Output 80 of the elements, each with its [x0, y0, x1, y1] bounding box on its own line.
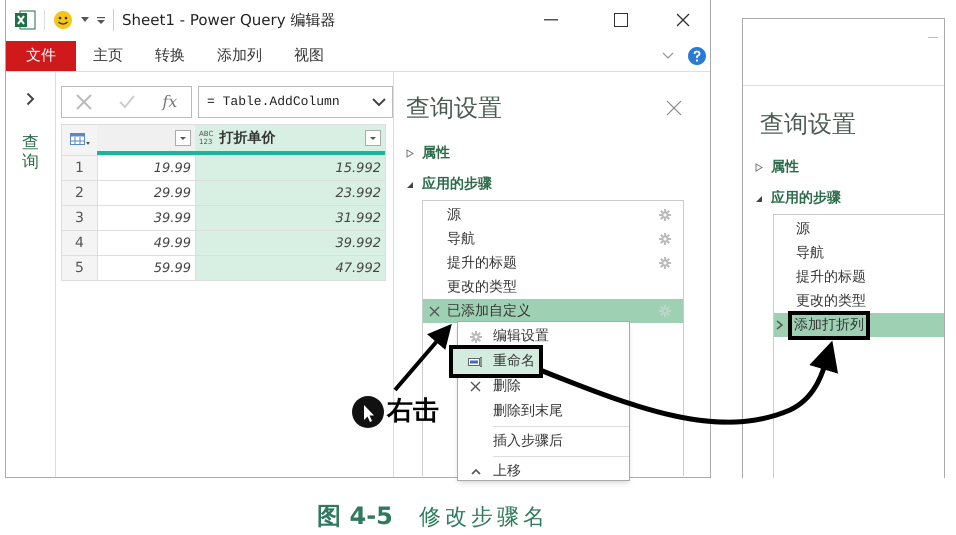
expand-chevron-icon[interactable] — [26, 92, 35, 106]
section-heading[interactable]: 应用的步骤 — [422, 174, 492, 195]
collapsed-triangle-icon[interactable] — [406, 149, 414, 158]
ribbon-tab[interactable]: 添加列 — [202, 40, 277, 70]
applied-step[interactable]: 源 — [796, 218, 810, 240]
up-caret-icon — [470, 468, 480, 475]
pointer-arrow — [393, 324, 452, 392]
applied-step[interactable]: 导航 — [796, 242, 824, 264]
panel-title: 查询设置 — [406, 93, 503, 124]
selected-step-icon — [776, 320, 784, 330]
applied-step[interactable]: 提升的标题 — [796, 266, 866, 288]
row-number: 4 — [74, 234, 85, 253]
section-heading[interactable]: 应用的步骤 — [771, 188, 841, 209]
menu-item[interactable]: 删除到末尾 — [458, 399, 629, 424]
check-icon[interactable] — [119, 95, 136, 109]
ribbon-tab[interactable]: 视图 — [279, 40, 339, 70]
gear-icon — [470, 330, 482, 342]
table-cell: 23.992 — [195, 181, 385, 205]
smiley-icon[interactable] — [53, 10, 73, 30]
collapse-ribbon-icon[interactable] — [662, 52, 674, 60]
row-number: 3 — [74, 209, 85, 228]
applied-step[interactable]: 导航 — [423, 227, 683, 251]
delete-step-icon[interactable] — [429, 306, 440, 316]
menu-item[interactable]: 删除 — [458, 374, 629, 399]
dropdown-caret-icon[interactable] — [81, 17, 89, 23]
table-cell: 29.99 — [97, 181, 195, 205]
close-icon[interactable] — [676, 13, 690, 27]
formula-field[interactable]: = Table.AddColumn — [198, 86, 393, 118]
gear-icon — [659, 305, 671, 317]
column-title: 打折单价 — [219, 128, 276, 148]
applied-step[interactable]: 更改的类型 — [796, 290, 866, 312]
menu-item[interactable]: 重命名 — [453, 349, 539, 374]
gear-icon — [659, 209, 671, 221]
table-cell: 39.99 — [97, 206, 195, 230]
filter-dropdown-icon[interactable] — [175, 130, 191, 146]
table-cell: 49.99 — [97, 231, 195, 255]
ribbon-tab[interactable]: 主页 — [78, 40, 138, 70]
applied-step[interactable]: 已添加自定义 — [423, 299, 683, 323]
expand-chevron-icon[interactable] — [372, 98, 386, 106]
function-label[interactable]: fx — [162, 90, 178, 114]
queries-pane-label[interactable]: 查询 — [22, 134, 39, 172]
figure-number: 图 4-5 — [317, 501, 393, 532]
row-number: 1 — [74, 159, 85, 178]
gear-icon — [659, 233, 671, 245]
applied-step[interactable]: 提升的标题 — [423, 251, 683, 275]
gear-icon — [659, 257, 671, 269]
table-cell: 19.99 — [97, 156, 195, 180]
table-cell: 31.992 — [195, 206, 385, 230]
expanded-triangle-icon[interactable] — [406, 180, 414, 188]
section-heading[interactable]: 属性 — [771, 157, 799, 178]
figure-caption: 修改步骤名 — [418, 504, 549, 532]
applied-step[interactable]: 源 — [423, 203, 683, 227]
ribbon-tab[interactable]: 转换 — [140, 40, 200, 70]
row-number: 5 — [74, 259, 85, 278]
menu-item[interactable]: 编辑设置 — [458, 324, 629, 349]
rename-icon — [468, 356, 484, 366]
mouse-click-icon — [352, 396, 384, 428]
collapsed-triangle-icon[interactable] — [755, 163, 763, 172]
table-cell: 59.99 — [97, 256, 195, 280]
minimize-icon[interactable] — [544, 19, 558, 21]
maximize-icon[interactable] — [614, 13, 628, 27]
applied-step[interactable]: 更改的类型 — [423, 275, 683, 299]
panel-title: 查询设置 — [759, 109, 857, 140]
filter-dropdown-icon[interactable] — [365, 130, 381, 146]
section-heading[interactable]: 属性 — [422, 143, 450, 164]
table-cell: 15.992 — [195, 156, 385, 180]
spreadsheet-logo-icon — [14, 10, 36, 30]
delete-icon — [470, 381, 481, 392]
menu-item[interactable]: 上移 — [458, 459, 629, 484]
window-title: Sheet1 - Power Query 编辑器 — [122, 10, 336, 31]
expanded-triangle-icon[interactable] — [755, 194, 763, 202]
menu-item[interactable]: 插入步骤后 — [458, 429, 629, 454]
help-icon[interactable] — [688, 46, 706, 64]
right-click-label: 右击 — [387, 395, 439, 428]
table-cell: 39.992 — [195, 231, 385, 255]
customize-toolbar-icon[interactable] — [97, 16, 105, 24]
row-number: 2 — [74, 184, 85, 203]
file-tab[interactable]: 文件 — [6, 40, 76, 70]
table-cell: 47.992 — [195, 256, 385, 280]
table-menu-icon[interactable] — [70, 133, 90, 147]
